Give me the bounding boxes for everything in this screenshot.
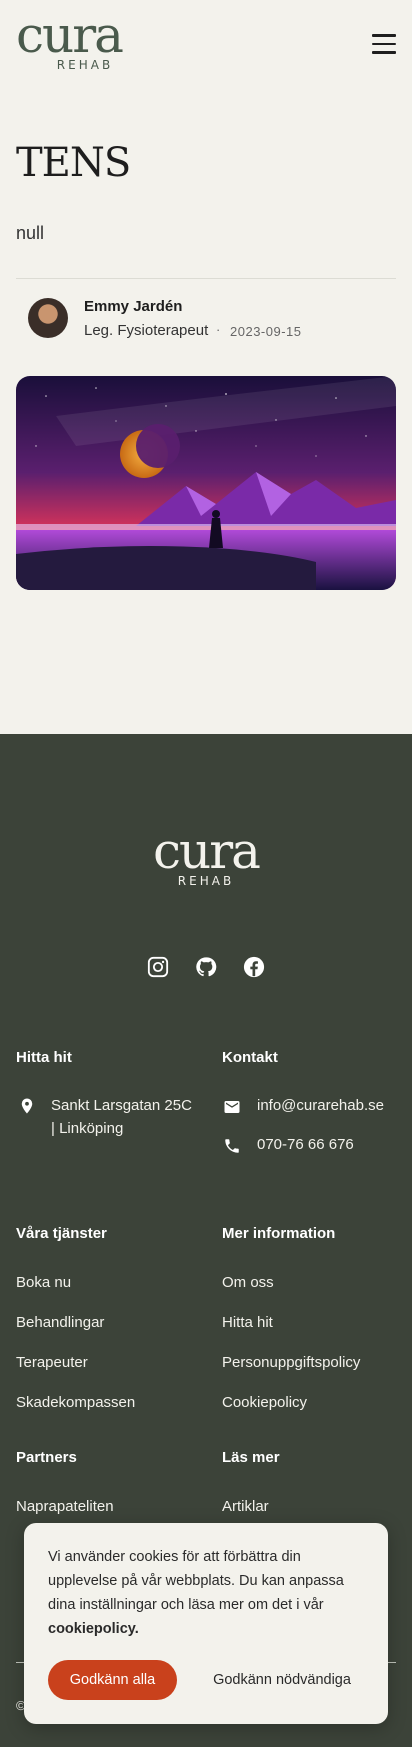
footer-logo[interactable]: cura REHAB xyxy=(141,826,271,888)
hero-image xyxy=(16,376,396,590)
meta-separator: · xyxy=(216,322,221,337)
footer-link-articles[interactable]: Artiklar xyxy=(222,1498,269,1515)
divider xyxy=(16,278,396,279)
author-name: Emmy Jardén xyxy=(84,298,183,315)
footer-link-injury-compass[interactable]: Skadekompassen xyxy=(16,1394,135,1411)
avatar xyxy=(28,298,68,338)
footer-logo-wordmark: cura xyxy=(153,822,261,880)
github-icon[interactable] xyxy=(195,956,217,978)
footer-link-about[interactable]: Om oss xyxy=(222,1274,274,1291)
footer-link-cookie-policy[interactable]: Cookiepolicy xyxy=(222,1394,307,1411)
footer-link-therapists[interactable]: Terapeuter xyxy=(16,1354,88,1371)
site-header: cura REHAB xyxy=(0,0,412,90)
footer-link-partner[interactable]: Naprapateliten xyxy=(16,1498,114,1515)
phone-icon xyxy=(225,1139,239,1153)
cookie-text: Vi använder cookies för att förbättra di… xyxy=(48,1545,368,1641)
author-block: Emmy Jardén Leg. Fysioterapeut · 2023-09… xyxy=(16,292,396,348)
publish-date: 2023-09-15 xyxy=(230,324,302,339)
site-logo[interactable]: cura REHAB xyxy=(16,10,146,72)
location-pin-icon xyxy=(21,1098,33,1114)
cookie-message: Vi använder cookies för att förbättra di… xyxy=(48,1549,344,1613)
instagram-icon[interactable] xyxy=(147,956,169,978)
mail-icon xyxy=(224,1101,240,1113)
footer-link-book[interactable]: Boka nu xyxy=(16,1274,71,1291)
facebook-icon[interactable] xyxy=(243,956,265,978)
page-title: TENS xyxy=(16,140,131,186)
partners-heading: Partners xyxy=(16,1449,77,1466)
menu-icon[interactable] xyxy=(372,34,396,56)
footer-link-find-us[interactable]: Hitta hit xyxy=(222,1314,273,1331)
accept-necessary-button[interactable]: Godkänn nödvändiga xyxy=(202,1660,362,1700)
footer-link-treatments[interactable]: Behandlingar xyxy=(16,1314,104,1331)
services-heading: Våra tjänster xyxy=(16,1225,107,1242)
read-more-heading: Läs mer xyxy=(222,1449,280,1466)
find-us-heading: Hitta hit xyxy=(16,1049,72,1066)
cookie-banner: Vi använder cookies för att förbättra di… xyxy=(24,1523,388,1724)
contact-email[interactable]: info@curarehab.se xyxy=(257,1097,384,1114)
accept-all-button[interactable]: Godkänn alla xyxy=(48,1660,177,1700)
social-links xyxy=(145,956,275,980)
article-excerpt: null xyxy=(16,223,45,243)
more-info-heading: Mer information xyxy=(222,1225,336,1242)
footer-link-privacy[interactable]: Personuppgiftspolicy xyxy=(222,1354,360,1371)
author-role: Leg. Fysioterapeut xyxy=(84,322,209,339)
address-line-2: | Linköping xyxy=(51,1120,124,1137)
contact-phone[interactable]: 070-76 66 676 xyxy=(257,1136,354,1153)
contact-heading: Kontakt xyxy=(222,1049,278,1066)
logo-wordmark: cura xyxy=(16,6,124,64)
address-line-1: Sankt Larsgatan 25C xyxy=(51,1097,192,1114)
cookie-policy-link[interactable]: cookiepolicy. xyxy=(48,1621,139,1637)
